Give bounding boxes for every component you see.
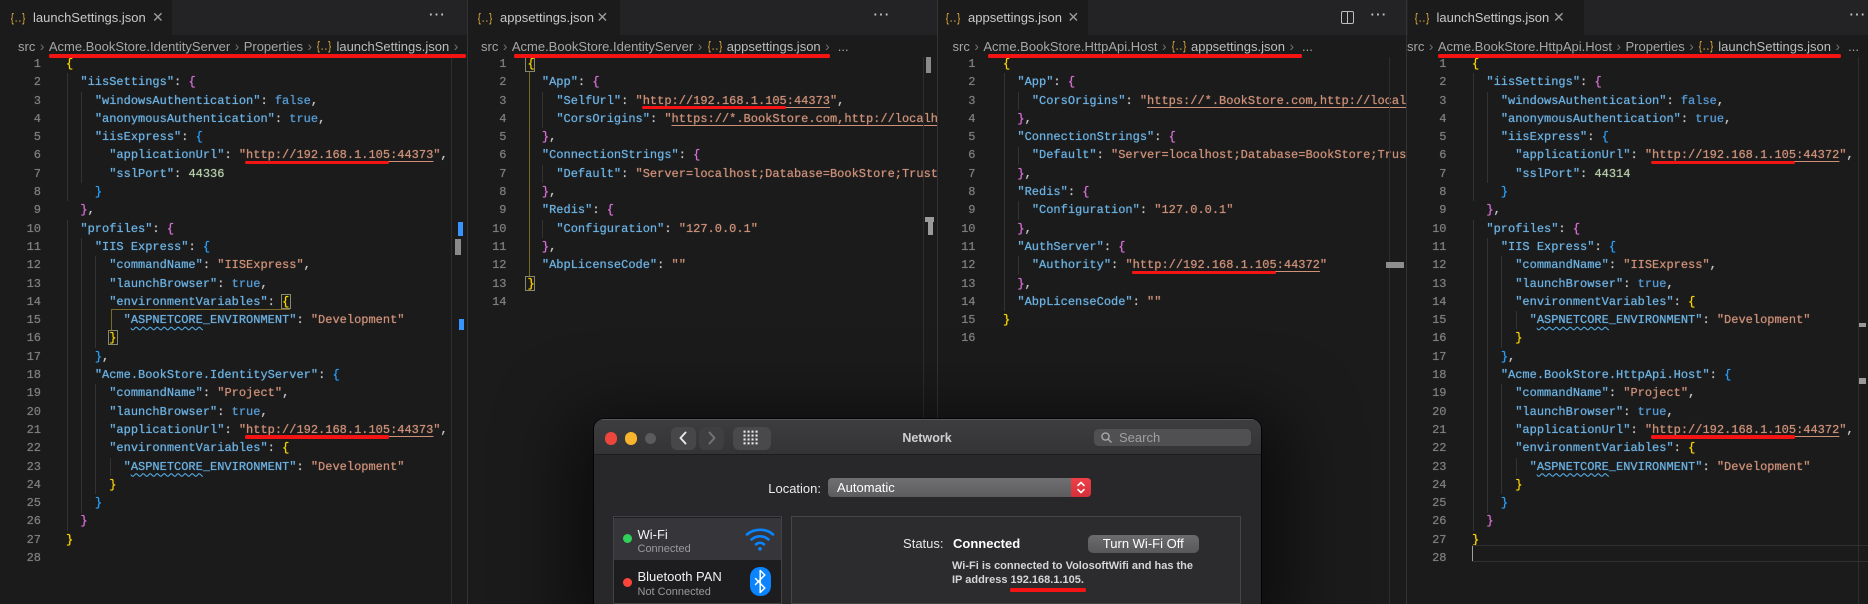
svg-text:{..}: {..} — [478, 12, 493, 25]
svg-text:{..}: {..} — [707, 40, 722, 53]
svg-text:{..}: {..} — [317, 40, 332, 53]
svg-text:{..}: {..} — [1171, 40, 1186, 53]
svg-text:{..}: {..} — [1414, 12, 1429, 25]
svg-text:{..}: {..} — [946, 12, 961, 25]
svg-text:{..}: {..} — [11, 12, 26, 25]
svg-text:{..}: {..} — [1699, 40, 1714, 53]
